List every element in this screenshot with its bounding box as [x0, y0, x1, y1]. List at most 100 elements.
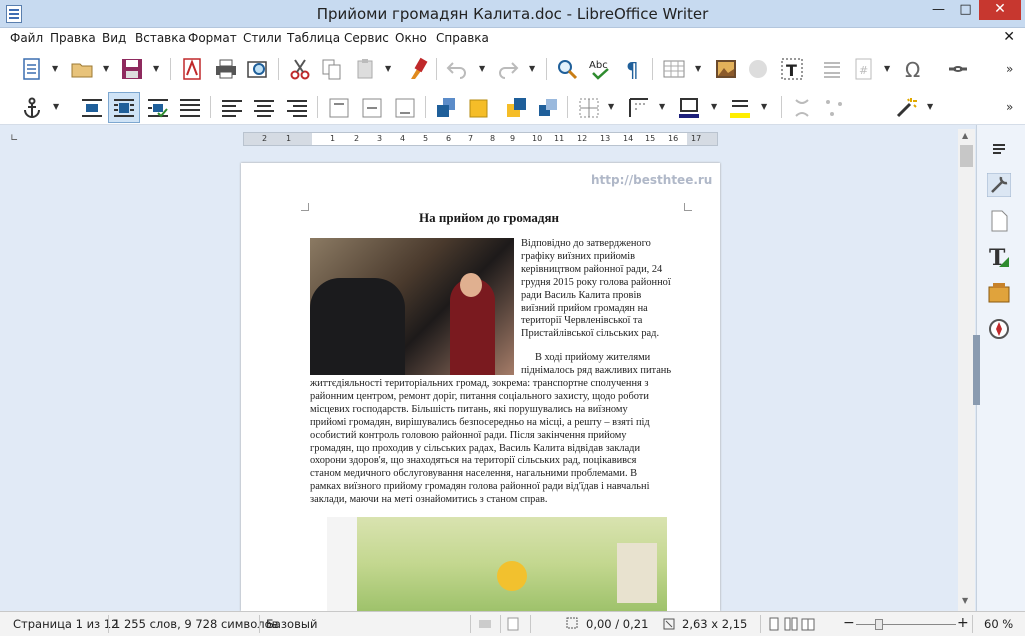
zoom-level[interactable]: 60 % [984, 617, 1013, 631]
redo-icon[interactable] [496, 57, 520, 81]
page-style[interactable]: Базовый [266, 617, 317, 631]
menu-view[interactable]: Вид [102, 31, 126, 45]
anchor-icon[interactable] [20, 96, 44, 120]
navigator-icon[interactable] [987, 317, 1011, 341]
line-style-icon[interactable] [627, 96, 651, 120]
paste-icon[interactable] [354, 57, 378, 81]
area-color-dropdown-icon[interactable]: ▼ [761, 102, 767, 111]
styles-icon[interactable]: T [987, 245, 1011, 269]
menu-help[interactable]: Справка [436, 31, 489, 45]
formatting-marks-icon[interactable]: ¶ [622, 57, 646, 81]
hyperlink-icon[interactable] [946, 57, 970, 81]
toolbar2-overflow-icon[interactable]: » [1006, 100, 1013, 114]
send-backward-icon[interactable] [504, 96, 528, 120]
multi-page-view-icon[interactable] [784, 617, 798, 631]
zoom-out-icon[interactable]: − [843, 615, 855, 631]
document-page[interactable]: http://besthtee.ru На прийом до громадян… [241, 163, 720, 611]
save-icon[interactable] [120, 57, 144, 81]
chart-icon[interactable] [746, 57, 770, 81]
new-dropdown-icon[interactable]: ▼ [52, 64, 58, 73]
magic-wand-icon[interactable] [894, 96, 918, 120]
align-left-icon[interactable] [220, 96, 244, 120]
single-page-view-icon[interactable] [767, 617, 781, 631]
page-icon[interactable] [987, 209, 1011, 233]
border-color-dropdown-icon[interactable]: ▼ [711, 102, 717, 111]
contour-icon[interactable] [790, 96, 814, 120]
sidebar-collapse-handle[interactable] [973, 335, 980, 405]
spellcheck-icon[interactable]: Abc [588, 57, 612, 81]
cut-icon[interactable] [288, 57, 312, 81]
align-bottom-icon[interactable] [393, 96, 417, 120]
maximize-button[interactable]: □ [952, 0, 979, 20]
wrap-page-icon[interactable] [112, 96, 136, 120]
field-icon[interactable]: # [852, 57, 876, 81]
toolbar-overflow-icon[interactable]: » [1006, 62, 1013, 76]
edit-points-icon[interactable] [822, 96, 846, 120]
close-document-icon[interactable]: ✕ [1003, 29, 1015, 45]
bring-forward-icon[interactable] [466, 96, 490, 120]
magic-wand-dropdown-icon[interactable]: ▼ [927, 102, 933, 111]
print-icon[interactable] [214, 57, 238, 81]
new-document-icon[interactable] [20, 57, 44, 81]
table-icon[interactable] [662, 57, 686, 81]
close-window-button[interactable]: ✕ [979, 0, 1021, 20]
find-replace-icon[interactable] [555, 57, 579, 81]
minimize-button[interactable]: — [925, 0, 952, 20]
properties-icon[interactable] [987, 173, 1011, 197]
print-preview-icon[interactable] [246, 57, 270, 81]
paste-dropdown-icon[interactable]: ▼ [385, 64, 391, 73]
table-dropdown-icon[interactable]: ▼ [695, 64, 701, 73]
textbox-icon[interactable]: T [780, 57, 804, 81]
wrap-optimal-icon[interactable] [146, 96, 170, 120]
menu-format[interactable]: Формат [188, 31, 237, 45]
wrap-through-icon[interactable] [178, 96, 202, 120]
gallery-icon[interactable] [987, 281, 1011, 305]
line-style-dropdown-icon[interactable]: ▼ [659, 102, 665, 111]
tab-stop-selector-icon[interactable]: ∟ [10, 133, 18, 144]
redo-dropdown-icon[interactable]: ▼ [529, 64, 535, 73]
horizontal-ruler[interactable]: 2 1 1 2 3 4 5 6 7 8 9 10 11 12 13 14 15 … [243, 132, 718, 146]
wrap-off-icon[interactable] [80, 96, 104, 120]
document-modified-icon[interactable] [506, 617, 520, 631]
zoom-slider[interactable] [856, 624, 956, 625]
save-dropdown-icon[interactable]: ▼ [153, 64, 159, 73]
menu-file[interactable]: Файл [10, 31, 43, 45]
word-count[interactable]: 1 255 слов, 9 728 символов [113, 617, 278, 631]
menu-edit[interactable]: Правка [50, 31, 96, 45]
sidebar-menu-icon[interactable] [987, 137, 1011, 161]
align-middle-icon[interactable] [360, 96, 384, 120]
zoom-slider-thumb[interactable] [875, 619, 883, 630]
border-color-icon[interactable] [677, 96, 701, 120]
scroll-up-icon[interactable]: ▲ [962, 131, 968, 140]
document-photo-meeting[interactable] [310, 238, 514, 375]
page-break-icon[interactable] [820, 57, 844, 81]
document-photo-school[interactable] [327, 517, 667, 611]
menu-table[interactable]: Таблица [287, 31, 340, 45]
open-dropdown-icon[interactable]: ▼ [103, 64, 109, 73]
book-view-icon[interactable] [801, 617, 815, 631]
borders-dropdown-icon[interactable]: ▼ [608, 102, 614, 111]
open-folder-icon[interactable] [70, 57, 94, 81]
image-icon[interactable] [714, 57, 738, 81]
field-dropdown-icon[interactable]: ▼ [884, 64, 890, 73]
clone-formatting-icon[interactable] [405, 57, 429, 81]
bring-front-icon[interactable] [434, 96, 458, 120]
special-character-icon[interactable]: Ω [903, 57, 927, 81]
send-back-icon[interactable] [536, 96, 560, 120]
anchor-dropdown-icon[interactable]: ▼ [53, 102, 59, 111]
menu-tools[interactable]: Сервис [344, 31, 389, 45]
page-count[interactable]: Страница 1 из 12 [13, 617, 118, 631]
undo-dropdown-icon[interactable]: ▼ [479, 64, 485, 73]
menu-insert[interactable]: Вставка [135, 31, 186, 45]
scroll-down-icon[interactable]: ▼ [962, 596, 968, 605]
align-top-icon[interactable] [327, 96, 351, 120]
align-right-icon[interactable] [285, 96, 309, 120]
borders-icon[interactable] [577, 96, 601, 120]
export-pdf-icon[interactable] [180, 57, 204, 81]
copy-icon[interactable] [320, 57, 344, 81]
menu-window[interactable]: Окно [395, 31, 427, 45]
selection-mode-icon[interactable] [478, 617, 492, 631]
scrollbar-thumb[interactable] [960, 145, 973, 167]
align-center-icon[interactable] [252, 96, 276, 120]
area-color-icon[interactable] [728, 96, 752, 120]
